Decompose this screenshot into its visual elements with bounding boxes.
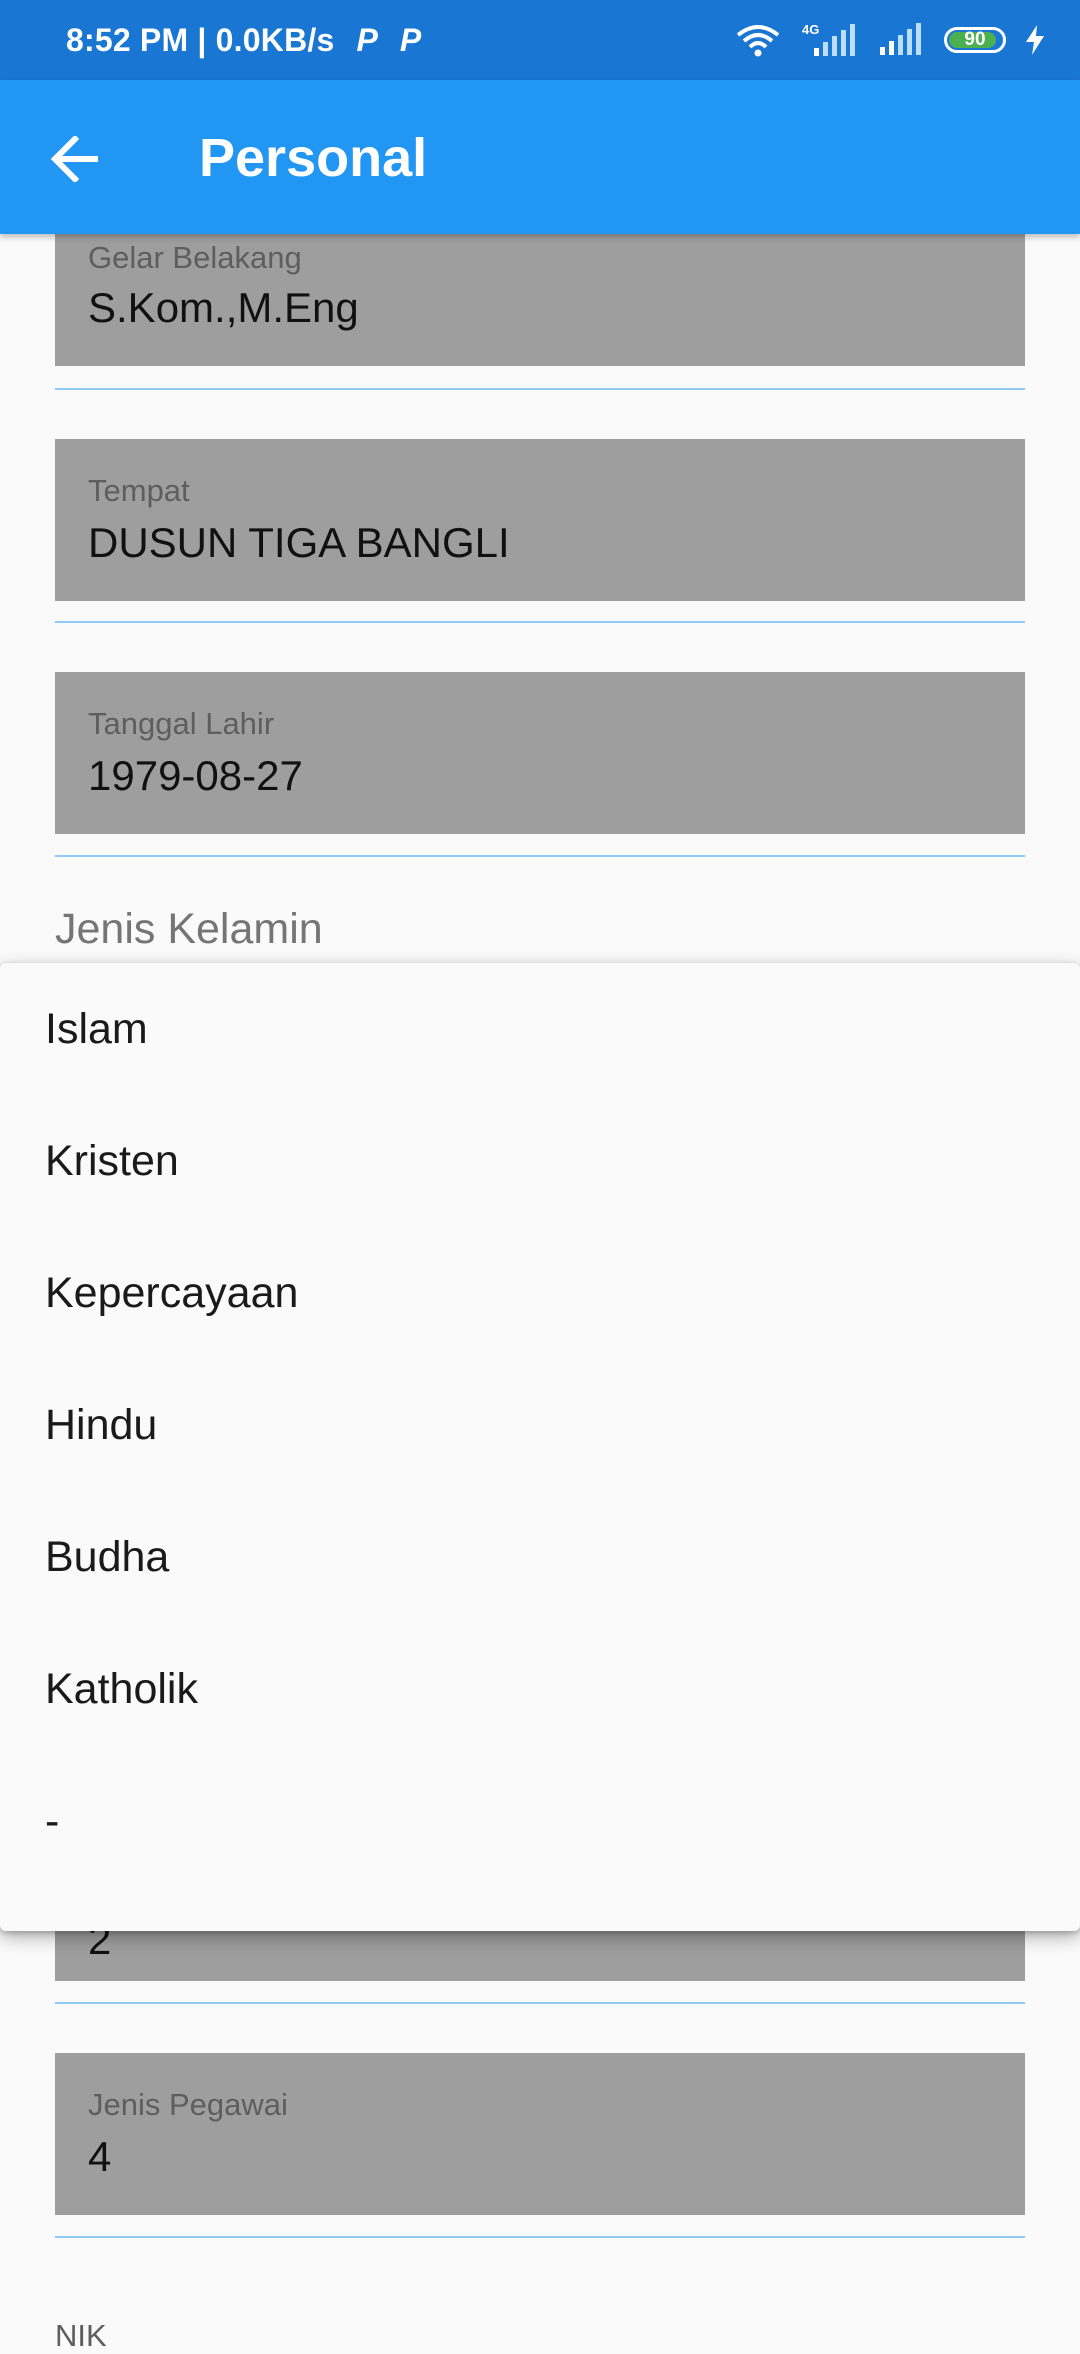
field-label: Jenis Pegawai (88, 2087, 288, 2122)
field-value: DUSUN TIGA BANGLI (88, 519, 510, 566)
tanggal-lahir-field[interactable]: Tanggal Lahir 1979-08-27 (55, 672, 1025, 834)
field-value: 4 (88, 2133, 112, 2180)
field-underline (55, 2236, 1025, 2238)
field-underline (55, 388, 1025, 390)
religion-dropdown-menu: Islam Kristen Kepercayaan Hindu Budha Ka… (0, 963, 1080, 1931)
jenis-kelamin-label: Jenis Kelamin (55, 905, 323, 953)
nik-label: NIK (55, 2318, 107, 2353)
arrow-left-icon (51, 136, 98, 182)
app-bar: Personal (0, 80, 1080, 234)
dropdown-option-budha[interactable]: Budha (0, 1491, 1080, 1623)
dropdown-option-hindu[interactable]: Hindu (0, 1359, 1080, 1491)
jenis-pegawai-field[interactable]: Jenis Pegawai 4 (55, 2053, 1025, 2215)
field-value: S.Kom.,M.Eng (88, 284, 359, 331)
field-value: 1979-08-27 (88, 752, 303, 799)
back-button[interactable] (40, 123, 112, 195)
field-underline (55, 855, 1025, 857)
page-title: Personal (199, 128, 428, 188)
field-label: Gelar Belakang (88, 240, 302, 275)
field-label: Tanggal Lahir (88, 706, 275, 741)
tempat-field[interactable]: Tempat DUSUN TIGA BANGLI (55, 439, 1025, 601)
field-underline (55, 2002, 1025, 2004)
dropdown-option-katholik[interactable]: Katholik (0, 1623, 1080, 1755)
dropdown-option-kristen[interactable]: Kristen (0, 1095, 1080, 1227)
dropdown-option-none[interactable]: - (0, 1755, 1080, 1887)
field-label: Tempat (88, 473, 190, 508)
dropdown-option-islam[interactable]: Islam (0, 963, 1080, 1095)
field-underline (55, 621, 1025, 623)
dropdown-option-kepercayaan[interactable]: Kepercayaan (0, 1227, 1080, 1359)
